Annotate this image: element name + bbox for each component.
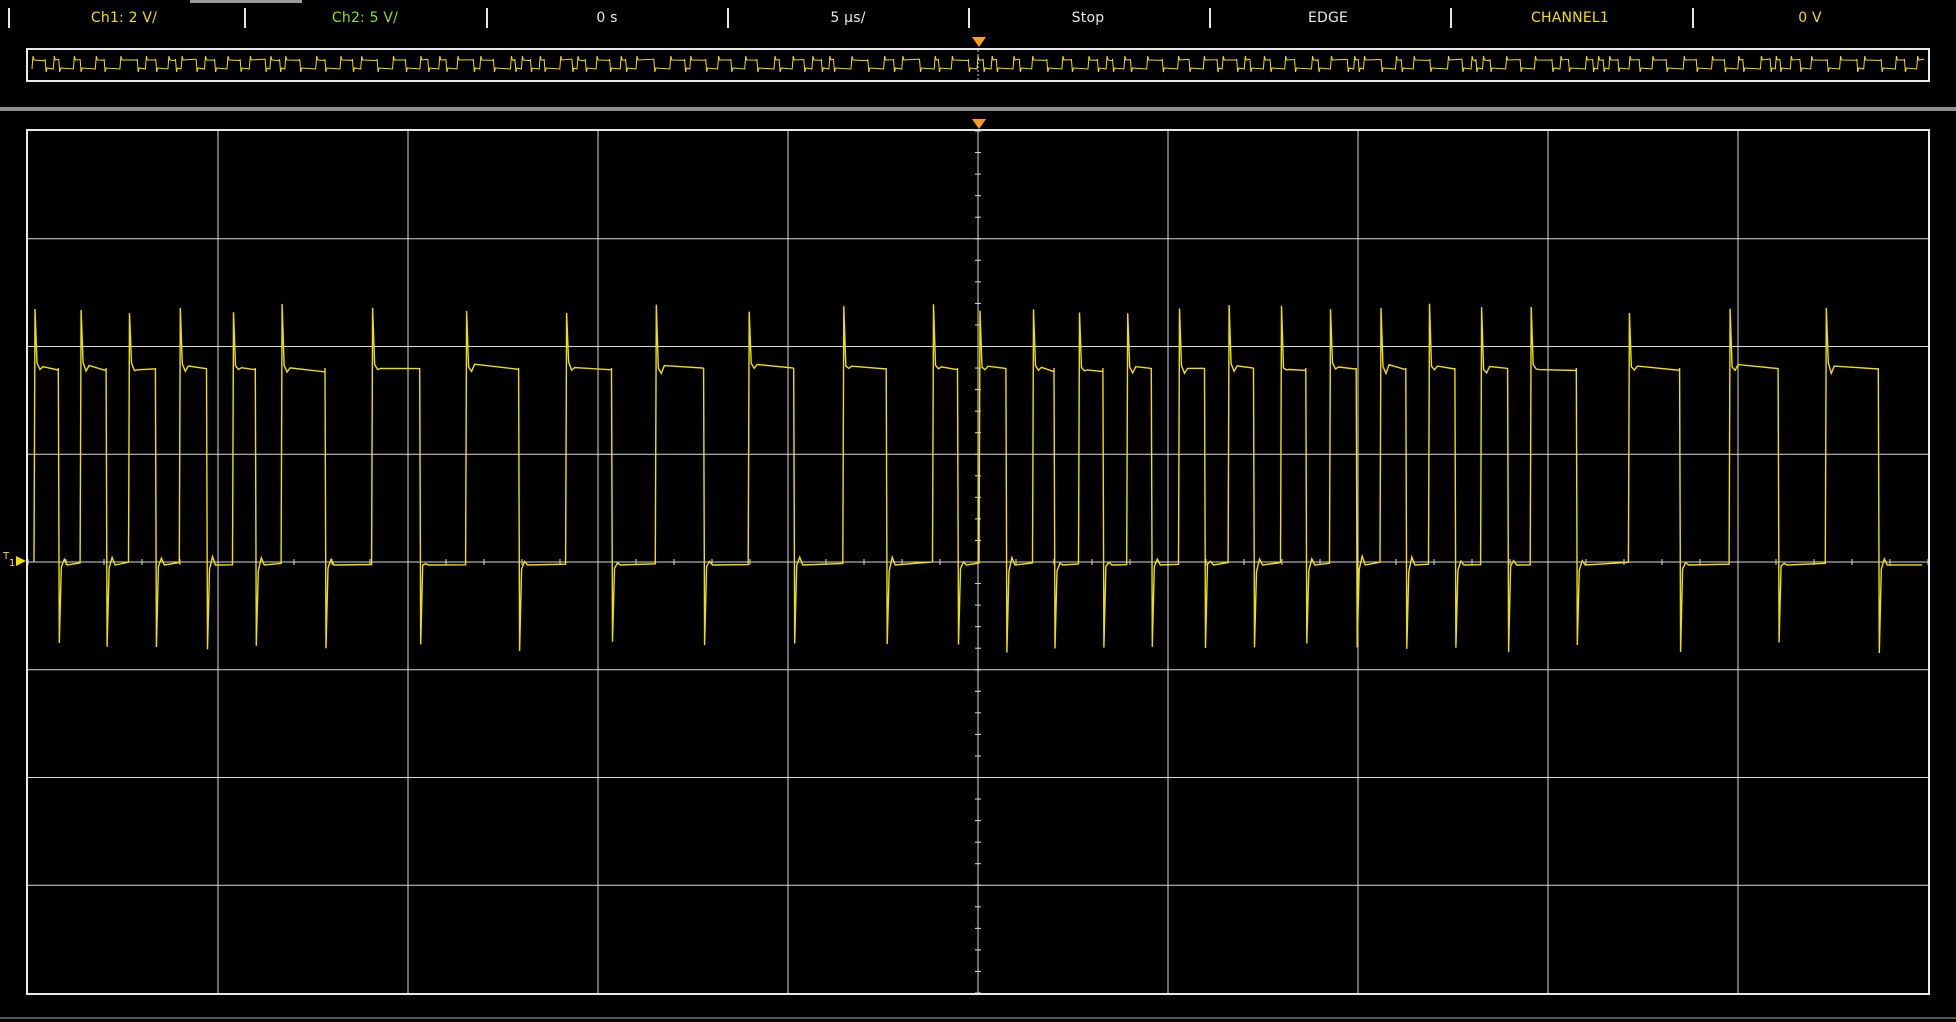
time-offset-label: 0 s [596, 10, 618, 26]
trigger-position-icon[interactable] [972, 119, 986, 129]
ch2-scale-label: Ch2: 5 V/ [331, 10, 399, 26]
scope-grid-canvas [28, 131, 1928, 993]
time-scale-label: 5 µs/ [830, 10, 866, 26]
run-state-label: Stop [1071, 10, 1105, 26]
window-bottom-edge [0, 1017, 1956, 1019]
run-state-button[interactable]: Stop [968, 4, 1208, 32]
ch2-scale-readout[interactable]: Ch2: 5 V/ [245, 4, 485, 32]
ch1-scale-readout[interactable]: Ch1: 2 V/ [4, 4, 244, 32]
trigger-level-readout[interactable]: 0 V [1690, 4, 1930, 32]
waveform-overview[interactable] [26, 48, 1930, 82]
ch1-scale-label: Ch1: 2 V/ [90, 10, 158, 26]
channel1-ground-marker-icon[interactable]: T 1 [2, 548, 28, 572]
trigger-mode-readout[interactable]: EDGE [1208, 4, 1448, 32]
time-offset-readout[interactable]: 0 s [487, 4, 727, 32]
scope-display[interactable] [26, 129, 1930, 995]
overview-trace-canvas [31, 50, 1925, 80]
pane-divider[interactable] [0, 107, 1956, 111]
svg-text:1: 1 [9, 558, 15, 569]
trigger-source-label: CHANNEL1 [1531, 10, 1609, 26]
trigger-source-readout[interactable]: CHANNEL1 [1450, 4, 1690, 32]
status-bar: Ch1: 2 V/ Ch2: 5 V/ 0 s 5 µs/ Stop EDGE … [0, 4, 1956, 32]
window-tab-indicator [190, 0, 302, 3]
time-scale-readout[interactable]: 5 µs/ [728, 4, 968, 32]
overview-trigger-position-icon[interactable] [972, 37, 986, 47]
trigger-level-label: 0 V [1798, 10, 1822, 26]
trigger-mode-label: EDGE [1307, 10, 1349, 26]
